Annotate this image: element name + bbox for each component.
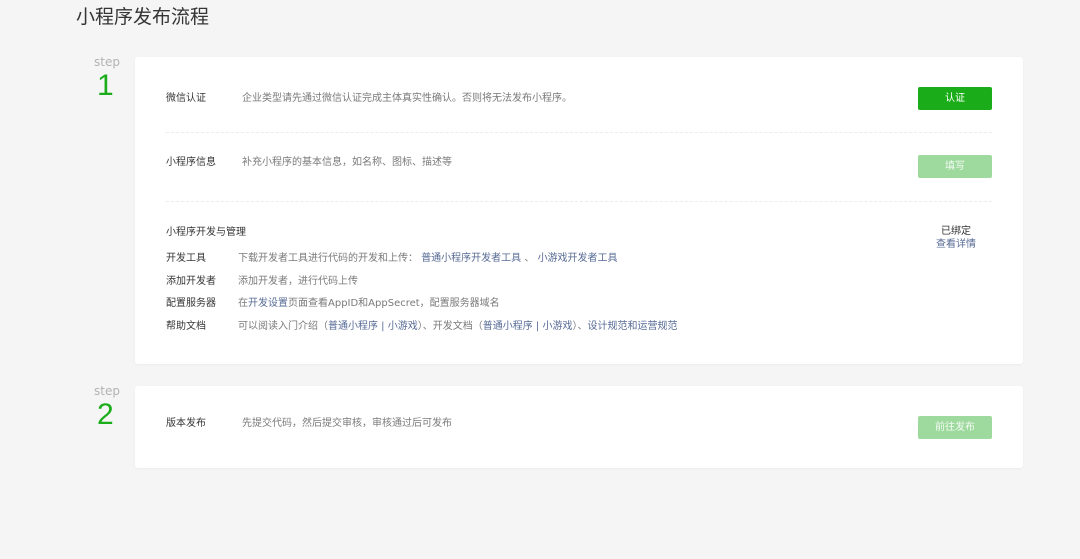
wechat-auth-desc: 企业类型请先通过微信认证完成主体真实性确认。否则将无法发布小程序。 bbox=[242, 93, 572, 104]
help-text: | bbox=[532, 321, 543, 332]
publish-row: 版本发布 先提交代码，然后提交审核，审核通过后可发布 前往发布 bbox=[166, 415, 992, 439]
server-text-post: 页面查看AppID和AppSecret，配置服务器域名 bbox=[288, 298, 500, 309]
publish-desc: 先提交代码，然后提交审核，审核通过后可发布 bbox=[242, 418, 452, 429]
page-title: 小程序发布流程 bbox=[76, 6, 210, 28]
mp-info-row: 小程序信息 补充小程序的基本信息，如名称、图标、描述等 填写 bbox=[166, 155, 992, 179]
intro-game-link[interactable]: 小游戏 bbox=[388, 321, 418, 332]
add-dev-desc: 添加开发者，进行代码上传 bbox=[238, 276, 358, 287]
dev-tools-row: 开发工具 下载开发者工具进行代码的开发和上传： 普通小程序开发者工具 、 小游戏… bbox=[166, 252, 992, 266]
help-desc: 可以阅读入门介绍（普通小程序 | 小游戏）、开发文档（普通小程序 | 小游戏）、… bbox=[238, 320, 677, 334]
wechat-auth-label: 微信认证 bbox=[166, 93, 206, 104]
mp-info-desc: 补充小程序的基本信息，如名称、图标、描述等 bbox=[242, 157, 452, 168]
dev-settings-link[interactable]: 开发设置 bbox=[248, 298, 288, 309]
step-2-number: 2 bbox=[97, 398, 114, 431]
dev-tools-text: 下载开发者工具进行代码的开发和上传： bbox=[238, 253, 418, 264]
dev-tools-label: 开发工具 bbox=[166, 253, 206, 264]
help-text: ）、 bbox=[572, 321, 588, 332]
divider bbox=[166, 201, 992, 202]
docs-mp-link[interactable]: 普通小程序 bbox=[483, 321, 533, 332]
help-label: 帮助文档 bbox=[166, 321, 206, 332]
mp-devtools-link[interactable]: 普通小程序开发者工具 bbox=[421, 253, 521, 264]
help-text: ）、开发文档（ bbox=[417, 321, 483, 332]
game-devtools-link[interactable]: 小游戏开发者工具 bbox=[538, 253, 618, 264]
help-text: 和 bbox=[627, 321, 638, 332]
dev-manage-title: 小程序开发与管理 bbox=[166, 227, 246, 238]
separator: 、 bbox=[524, 253, 535, 264]
help-row: 帮助文档 可以阅读入门介绍（普通小程序 | 小游戏）、开发文档（普通小程序 | … bbox=[166, 320, 992, 334]
bound-status-text: 已绑定 bbox=[941, 226, 971, 237]
bind-status: 已绑定 查看详情 bbox=[936, 225, 976, 251]
fill-in-button[interactable]: 填写 bbox=[918, 155, 992, 178]
docs-game-link[interactable]: 小游戏 bbox=[542, 321, 572, 332]
step-1-label: step bbox=[94, 55, 120, 69]
server-row: 配置服务器 在开发设置页面查看AppID和AppSecret，配置服务器域名 bbox=[166, 297, 992, 311]
add-dev-label: 添加开发者 bbox=[166, 276, 216, 287]
mp-info-label: 小程序信息 bbox=[166, 157, 216, 168]
go-publish-button[interactable]: 前往发布 bbox=[918, 416, 992, 439]
divider bbox=[166, 132, 992, 133]
help-text: | bbox=[378, 321, 388, 332]
step-2-card: 版本发布 先提交代码，然后提交审核，审核通过后可发布 前往发布 bbox=[135, 386, 1023, 468]
step-2-label: step bbox=[94, 384, 120, 398]
wechat-auth-row: 微信认证 企业类型请先通过微信认证完成主体真实性确认。否则将无法发布小程序。 认… bbox=[166, 87, 992, 111]
dev-manage-block: 小程序开发与管理 开发工具 下载开发者工具进行代码的开发和上传： 普通小程序开发… bbox=[166, 225, 992, 335]
dev-tools-desc: 下载开发者工具进行代码的开发和上传： 普通小程序开发者工具 、 小游戏开发者工具 bbox=[238, 252, 618, 266]
intro-mp-link[interactable]: 普通小程序 bbox=[328, 321, 378, 332]
view-details-link[interactable]: 查看详情 bbox=[936, 238, 976, 251]
publish-label: 版本发布 bbox=[166, 418, 206, 429]
step-1-card: 微信认证 企业类型请先通过微信认证完成主体真实性确认。否则将无法发布小程序。 认… bbox=[135, 57, 1023, 364]
server-desc: 在开发设置页面查看AppID和AppSecret，配置服务器域名 bbox=[238, 297, 500, 311]
ops-spec-link[interactable]: 运营规范 bbox=[637, 321, 677, 332]
step-1-number: 1 bbox=[97, 69, 114, 102]
server-text-pre: 在 bbox=[238, 298, 248, 309]
design-spec-link[interactable]: 设计规范 bbox=[587, 321, 627, 332]
help-text: 可以阅读入门介绍（ bbox=[238, 321, 328, 332]
auth-button[interactable]: 认证 bbox=[918, 87, 992, 110]
server-label: 配置服务器 bbox=[166, 298, 216, 309]
add-dev-row: 添加开发者 添加开发者，进行代码上传 bbox=[166, 275, 992, 289]
